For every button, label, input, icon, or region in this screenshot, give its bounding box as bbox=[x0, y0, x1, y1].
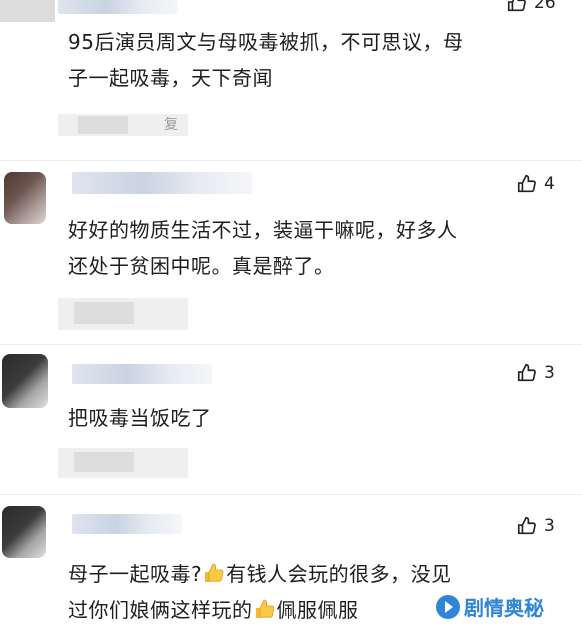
username-blur bbox=[72, 364, 212, 384]
like-button[interactable]: 26 bbox=[506, 0, 556, 14]
divider bbox=[0, 494, 582, 495]
username-blur bbox=[58, 0, 178, 14]
thumbs-up-emoji-icon bbox=[205, 563, 224, 582]
comment-line: 95后演员周文与母吸毒被抓，不可思议，母 bbox=[68, 30, 464, 54]
watermark-label: 剧情奥秘 bbox=[464, 596, 544, 620]
username-blur bbox=[72, 514, 182, 534]
meta-blur bbox=[78, 116, 128, 134]
comment-segment: 母子一起吸毒? bbox=[68, 562, 203, 586]
like-button[interactable]: 4 bbox=[516, 173, 555, 195]
meta-blur bbox=[74, 302, 134, 324]
comment-segment: 有钱人会玩的很多，没见 bbox=[226, 562, 452, 586]
thumbs-up-icon bbox=[517, 363, 536, 382]
comment-line: 好好的物质生活不过，装逼干嘛呢，好多人 bbox=[68, 218, 458, 242]
like-count: 26 bbox=[534, 0, 556, 13]
comment-segment: 过你们娘俩这样玩的 bbox=[68, 598, 253, 622]
play-circle-icon bbox=[436, 594, 460, 619]
reply-link[interactable]: 复 bbox=[164, 114, 178, 134]
avatar bbox=[4, 172, 46, 224]
divider bbox=[0, 344, 582, 345]
comment-line: 还处于贫困中呢。真是醉了。 bbox=[68, 254, 335, 278]
thumbs-up-icon bbox=[507, 0, 526, 12]
like-count: 4 bbox=[544, 174, 555, 194]
watermark: 剧情奥秘 bbox=[436, 592, 544, 621]
comment-segment: 佩服佩服 bbox=[276, 598, 359, 622]
comment-text: 95后演员周文与母吸毒被抓，不可思议，母 子一起吸毒，天下奇闻 bbox=[68, 24, 553, 96]
avatar-blur bbox=[0, 0, 55, 22]
avatar bbox=[2, 354, 48, 408]
like-count: 3 bbox=[544, 363, 555, 383]
meta-blur bbox=[74, 452, 134, 472]
username-blur bbox=[72, 172, 252, 194]
avatar bbox=[2, 506, 46, 558]
like-button[interactable]: 3 bbox=[516, 515, 555, 537]
thumbs-up-emoji-icon bbox=[255, 599, 274, 618]
comment-line: 母子一起吸毒? 有钱人会玩的很多，没见 bbox=[68, 556, 553, 592]
comment-line: 把吸毒当饭吃了 bbox=[68, 406, 212, 430]
thumbs-up-icon bbox=[517, 174, 536, 193]
like-count: 3 bbox=[544, 516, 555, 536]
thumbs-up-icon bbox=[517, 516, 536, 535]
comment-text: 把吸毒当饭吃了 bbox=[68, 400, 553, 436]
like-button[interactable]: 3 bbox=[516, 362, 555, 384]
comment-line: 子一起吸毒，天下奇闻 bbox=[68, 66, 273, 90]
comment-text: 好好的物质生活不过，装逼干嘛呢，好多人 还处于贫困中呢。真是醉了。 bbox=[68, 212, 553, 284]
divider bbox=[0, 160, 582, 161]
